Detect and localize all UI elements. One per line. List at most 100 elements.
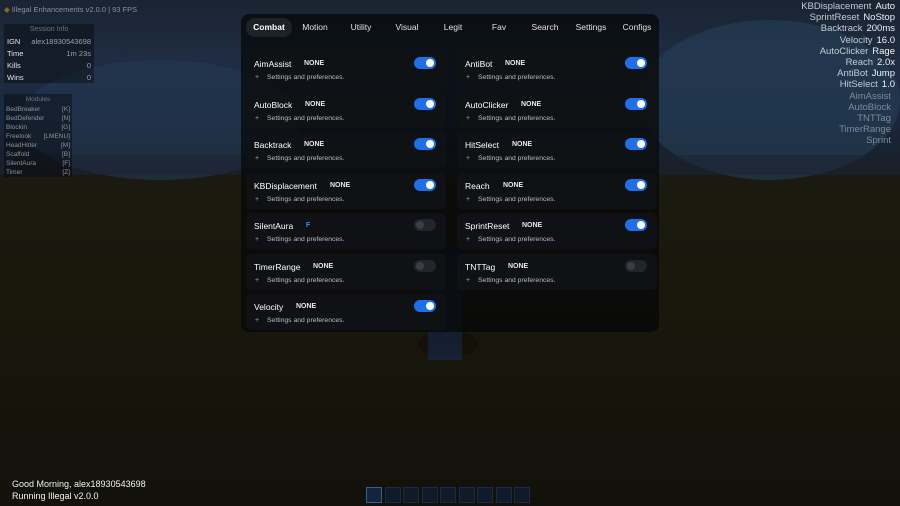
keybind-row: BedDefender [N] bbox=[4, 114, 72, 123]
keybind-badge[interactable]: NONE bbox=[516, 98, 547, 110]
settings-plus-icon[interactable]: + bbox=[466, 74, 470, 81]
module-card-autoclicker[interactable]: AutoClicker NONE + Settings and preferences… bbox=[457, 91, 657, 128]
module-toggle[interactable] bbox=[414, 300, 436, 312]
settings-link[interactable]: Settings and preferences. bbox=[267, 317, 344, 324]
tab-motion[interactable]: Motion bbox=[292, 18, 338, 37]
module-card-timerrange[interactable]: TimerRange NONE + Settings and preferences. bbox=[246, 253, 446, 290]
module-card-velocity[interactable]: Velocity NONE + Settings and preferences. bbox=[246, 294, 446, 330]
arraylist-item: Velocity 16.0 bbox=[801, 35, 895, 46]
keybind-row: Timer [Z] bbox=[4, 168, 72, 177]
hotbar-slot[interactable] bbox=[421, 487, 438, 503]
module-name: AntiBot bbox=[465, 59, 493, 69]
hotbar-slot[interactable] bbox=[403, 487, 419, 503]
tab-legit[interactable]: Legit bbox=[430, 18, 476, 37]
module-card-kbdisplacement[interactable]: KBDisplacement NONE + Settings and preferen… bbox=[246, 172, 446, 209]
hotbar-slot[interactable] bbox=[458, 487, 475, 503]
module-name: KBDisplacement bbox=[254, 180, 317, 191]
tab-settings[interactable]: Settings bbox=[568, 18, 614, 37]
settings-link[interactable]: Settings and preferences. bbox=[478, 155, 555, 162]
arraylist-item: AutoBlock bbox=[801, 102, 895, 113]
module-toggle[interactable] bbox=[625, 259, 647, 272]
settings-plus-icon[interactable]: + bbox=[255, 196, 259, 203]
settings-plus-icon[interactable]: + bbox=[255, 115, 259, 122]
hotbar-slot[interactable] bbox=[477, 487, 493, 503]
arraylist-item: AimAssist bbox=[801, 91, 895, 102]
settings-plus-icon[interactable]: + bbox=[466, 196, 470, 203]
module-card-hitselect[interactable]: HitSelect NONE + Settings and preferences. bbox=[457, 132, 657, 168]
module-card-aimassist[interactable]: AimAssist NONE + Settings and preferences. bbox=[246, 51, 446, 87]
module-card-silentaura[interactable]: SilentAura F + Settings and preferences. bbox=[246, 213, 446, 249]
arraylist-module-mode: Auto bbox=[875, 1, 895, 12]
tab-visual[interactable]: Visual bbox=[384, 18, 430, 37]
module-toggle[interactable] bbox=[414, 219, 436, 231]
arraylist-module-name: Velocity bbox=[839, 34, 873, 46]
keybind-badge[interactable]: NONE bbox=[300, 98, 331, 110]
keybind-badge[interactable]: NONE bbox=[299, 58, 330, 69]
tab-configs[interactable]: Configs bbox=[614, 18, 660, 37]
module-toggle[interactable] bbox=[625, 97, 647, 110]
module-toggle[interactable] bbox=[414, 259, 436, 272]
module-card-reach[interactable]: Reach NONE + Settings and preferences. bbox=[457, 172, 657, 209]
client-brand: ◆ Illegal Enhancements v2.0.0 | 93 FPS bbox=[4, 5, 137, 14]
keybind-badge[interactable]: NONE bbox=[299, 139, 330, 150]
hotbar-slot[interactable] bbox=[514, 487, 530, 503]
hotbar-slot[interactable] bbox=[384, 487, 401, 503]
settings-plus-icon[interactable]: + bbox=[466, 115, 470, 122]
module-card-sprintreset[interactable]: SprintReset NONE + Settings and preferences… bbox=[457, 213, 657, 249]
settings-plus-icon[interactable]: + bbox=[255, 236, 259, 243]
settings-link[interactable]: Settings and preferences. bbox=[478, 115, 555, 122]
settings-link[interactable]: Settings and preferences. bbox=[478, 277, 555, 284]
module-card-antibot[interactable]: AntiBot NONE + Settings and preferences. bbox=[457, 51, 657, 87]
settings-link[interactable]: Settings and preferences. bbox=[267, 115, 344, 122]
module-card-autoblock[interactable]: AutoBlock NONE + Settings and preferences. bbox=[246, 91, 446, 128]
module-toggle[interactable] bbox=[625, 57, 647, 69]
keybind-badge[interactable]: NONE bbox=[507, 139, 538, 150]
settings-link[interactable]: Settings and preferences. bbox=[267, 196, 344, 203]
hotbar-slot[interactable] bbox=[495, 487, 512, 503]
keybind-badge[interactable]: NONE bbox=[325, 179, 356, 191]
keybind-badge[interactable]: NONE bbox=[517, 220, 548, 231]
settings-plus-icon[interactable]: + bbox=[255, 277, 259, 284]
settings-link[interactable]: Settings and preferences. bbox=[478, 196, 555, 203]
keybind-badge[interactable]: NONE bbox=[498, 179, 529, 191]
hotbar-slot[interactable] bbox=[366, 487, 382, 503]
settings-link[interactable]: Settings and preferences. bbox=[267, 277, 344, 284]
arraylist-module-name: AutoClicker bbox=[819, 45, 869, 57]
module-toggle[interactable] bbox=[414, 97, 436, 110]
keybind-badge[interactable]: NONE bbox=[503, 260, 534, 272]
settings-plus-icon[interactable]: + bbox=[466, 155, 470, 162]
toggle-knob bbox=[426, 140, 434, 148]
keybind-badge[interactable]: NONE bbox=[291, 301, 322, 312]
settings-plus-icon[interactable]: + bbox=[466, 277, 470, 284]
tab-utility[interactable]: Utility bbox=[338, 18, 384, 37]
keybind-badge[interactable]: NONE bbox=[308, 260, 339, 272]
module-card-tnttag[interactable]: TNTTag NONE + Settings and preferences. bbox=[457, 253, 657, 290]
module-card-backtrack[interactable]: Backtrack NONE + Settings and preferences. bbox=[246, 132, 446, 168]
settings-plus-icon[interactable]: + bbox=[255, 74, 259, 81]
module-toggle[interactable] bbox=[625, 178, 647, 191]
arraylist-item: TimerRange bbox=[801, 124, 895, 135]
module-toggle[interactable] bbox=[625, 219, 647, 231]
module-name: AutoClicker bbox=[465, 99, 509, 110]
keybind-badge[interactable]: F bbox=[301, 220, 316, 231]
tab-fav[interactable]: Fav bbox=[476, 18, 522, 37]
settings-plus-icon[interactable]: + bbox=[255, 317, 259, 324]
module-toggle[interactable] bbox=[414, 138, 436, 150]
settings-link[interactable]: Settings and preferences. bbox=[267, 155, 344, 162]
module-toggle[interactable] bbox=[414, 57, 436, 69]
settings-plus-icon[interactable]: + bbox=[466, 236, 470, 243]
settings-link[interactable]: Settings and preferences. bbox=[478, 74, 555, 81]
settings-link[interactable]: Settings and preferences. bbox=[267, 74, 344, 81]
tab-search[interactable]: Search bbox=[522, 18, 568, 37]
session-label: IGN bbox=[7, 36, 21, 46]
module-toggle[interactable] bbox=[625, 138, 647, 150]
hotbar-slot[interactable] bbox=[440, 487, 456, 503]
settings-link[interactable]: Settings and preferences. bbox=[267, 236, 344, 243]
module-toggle[interactable] bbox=[414, 178, 436, 191]
session-row: IGN alex18930543698 bbox=[4, 35, 94, 47]
settings-plus-icon[interactable]: + bbox=[255, 155, 259, 162]
module-name: Backtrack bbox=[254, 140, 292, 150]
keybind-badge[interactable]: NONE bbox=[500, 58, 531, 69]
settings-link[interactable]: Settings and preferences. bbox=[478, 236, 555, 243]
tab-combat[interactable]: Combat bbox=[246, 18, 292, 37]
